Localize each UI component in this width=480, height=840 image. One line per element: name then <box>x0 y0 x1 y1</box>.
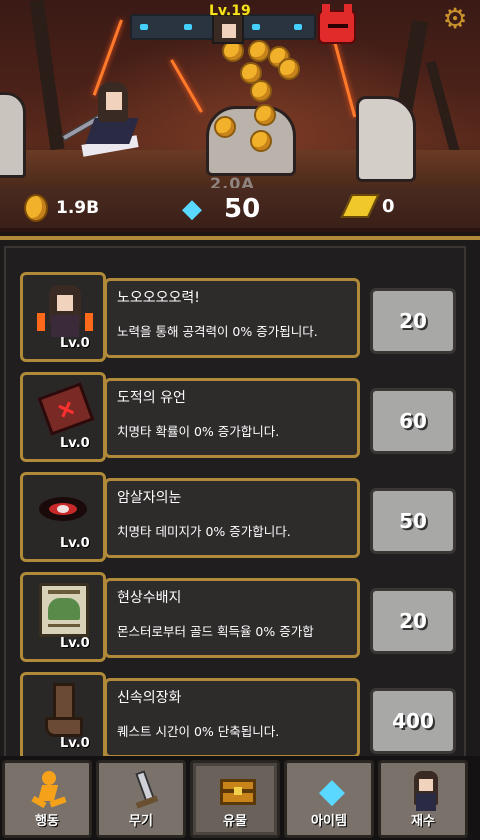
item-level: Lv.0 <box>60 536 90 551</box>
tab-label: 유물 <box>223 814 247 829</box>
upgrade-button[interactable]: 20 <box>370 288 456 354</box>
tab-label: 아이템 <box>311 814 347 829</box>
item-name: 암살자의눈 <box>117 490 182 506</box>
dead-tree <box>29 0 65 151</box>
treasure-chest-icon <box>220 771 256 811</box>
coin-icon[interactable] <box>278 58 300 80</box>
item-level: Lv.0 <box>60 736 90 751</box>
boss-devil-icon[interactable] <box>318 4 356 44</box>
item-name: 도적의 유언 <box>117 390 186 406</box>
tab-weapon[interactable]: 무기 <box>96 760 186 838</box>
tab-label: 무기 <box>129 814 153 829</box>
tab-relic[interactable]: 유물 <box>190 760 280 838</box>
item-description: 퀘스트 시간이 0% 단축됩니다. <box>117 724 280 739</box>
ticket-amount: 0 <box>382 195 395 217</box>
item-name: 신속의장화 <box>117 690 182 706</box>
item-info: 신속의장화 퀘스트 시간이 0% 단축됩니다. <box>104 678 360 756</box>
tab-action[interactable]: 행동 <box>2 760 92 838</box>
upgrade-button[interactable]: 400 <box>370 688 456 754</box>
diamond-icon: ◆ <box>182 194 202 224</box>
tab-label: 재수 <box>411 814 435 829</box>
relic-list[interactable]: Lv.0 노오오오오력! 노력을 통해 공격력이 0% 증가됩니다. 20 Lv… <box>4 246 466 758</box>
item-level: Lv.0 <box>60 636 90 651</box>
relic-panel: Lv.0 노오오오오력! 노력을 통해 공격력이 0% 증가됩니다. 20 Lv… <box>0 236 480 758</box>
gem-counter: ◆ 50 <box>182 194 260 224</box>
list-item: Lv.0 노오오오오력! 노력을 통해 공격력이 0% 증가됩니다. 20 <box>20 272 460 364</box>
tab-character[interactable]: 재수 <box>378 760 468 838</box>
hero-character <box>61 80 142 176</box>
gold-coin-icon <box>24 194 48 222</box>
coin-icon[interactable] <box>254 104 276 126</box>
item-info: 노오오오오력! 노력을 통해 공격력이 0% 증가됩니다. <box>104 278 360 358</box>
gold-counter: 1.9B <box>24 194 99 222</box>
level-label: Lv.19 <box>209 3 251 19</box>
red-book-icon <box>37 382 95 436</box>
angry-girl-icon <box>37 285 93 337</box>
item-info: 도적의 유언 치명타 확률이 0% 증가합니다. <box>104 378 360 458</box>
wanted-poster-icon <box>39 583 89 637</box>
gear-icon[interactable]: ⚙ <box>440 4 470 34</box>
item-level: Lv.0 <box>60 436 90 451</box>
rock <box>0 92 26 178</box>
item-level: Lv.0 <box>60 336 90 351</box>
tab-label: 행동 <box>35 814 59 829</box>
list-item: Lv.0 도적의 유언 치명타 확률이 0% 증가합니다. 60 <box>20 372 460 464</box>
sword-icon <box>126 770 162 811</box>
item-description: 몬스터로부터 골드 획득율 0% 증가합 <box>117 624 314 639</box>
gem-amount: 50 <box>224 194 261 224</box>
running-man-icon <box>31 771 68 811</box>
item-info: 암살자의눈 치명타 데미지가 0% 증가합니다. <box>104 478 360 558</box>
rock <box>356 96 416 182</box>
coin-icon[interactable] <box>250 80 272 102</box>
lava-crack <box>170 59 203 113</box>
coin-icon[interactable] <box>214 116 236 138</box>
ticket-icon <box>340 194 380 218</box>
coin-icon[interactable] <box>248 40 270 62</box>
upgrade-button[interactable]: 50 <box>370 488 456 554</box>
diamond-icon: ◆ <box>318 771 346 811</box>
coin-icon[interactable] <box>250 130 272 152</box>
assassin-eye-icon <box>39 497 87 521</box>
item-description: 노력을 통해 공격력이 0% 증가됩니다. <box>117 324 318 339</box>
item-description: 치명타 데미지가 0% 증가합니다. <box>117 524 291 539</box>
list-item: Lv.0 신속의장화 퀘스트 시간이 0% 단축됩니다. 400 <box>20 672 460 756</box>
character-icon <box>408 771 444 811</box>
upgrade-button[interactable]: 60 <box>370 388 456 454</box>
tab-item[interactable]: ◆ 아이템 <box>284 760 374 838</box>
timer-text: 2.0A <box>210 174 255 188</box>
upgrade-button[interactable]: 20 <box>370 588 456 654</box>
item-name: 노오오오오력! <box>117 290 200 306</box>
list-item: Lv.0 현상수배지 몬스터로부터 골드 획득율 0% 증가합 20 <box>20 572 460 664</box>
ticket-counter: 0 <box>340 194 395 218</box>
gold-amount: 1.9B <box>56 198 100 218</box>
bottom-nav: 행동 무기 유물 ◆ 아이템 재수 <box>0 756 480 840</box>
resource-bar: 1.9B ◆ 50 0 <box>0 188 480 232</box>
list-item: Lv.0 암살자의눈 치명타 데미지가 0% 증가합니다. 50 <box>20 472 460 564</box>
boot-icon <box>45 683 85 739</box>
game-scene: Lv.19 ⚙ 2.0A <box>0 0 480 188</box>
item-description: 치명타 확률이 0% 증가합니다. <box>117 424 280 439</box>
item-info: 현상수배지 몬스터로부터 골드 획득율 0% 증가합 <box>104 578 360 658</box>
item-name: 현상수배지 <box>117 590 182 606</box>
